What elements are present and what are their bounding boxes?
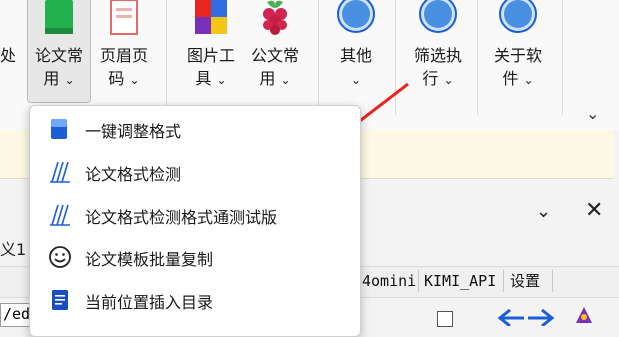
raspberry-icon (263, 0, 287, 35)
ribbon-separator (166, 0, 167, 115)
menu-item-charu-mulu[interactable]: 当前位置插入目录 (30, 280, 360, 320)
tab-divider (552, 270, 553, 292)
menu-item-label: 论文模板批量复制 (85, 250, 214, 269)
chevron-down-icon: ⌄ (443, 73, 454, 87)
ribbon-button-lunwen-changyong[interactable]: 论文常 用 ⌄ (27, 0, 91, 100)
ribbon-button-guanyu-ruanjian[interactable]: 关于软 件 ⌄ (486, 0, 550, 100)
pane-clipped-label: 义1 (0, 240, 27, 259)
green-book-icon (45, 0, 73, 34)
chevron-down-icon: ⌄ (216, 73, 227, 87)
ribbon-separator (318, 0, 319, 115)
menu-item-geshi-jiance-ceshiban[interactable]: 论文格式检测格式通测试版 (30, 195, 360, 235)
chevron-down-icon: ⌄ (523, 73, 534, 87)
tab-divider (503, 270, 504, 292)
chevron-down-icon: ⌄ (280, 73, 291, 87)
label-line1: 图片工 (186, 46, 235, 65)
ribbon-button-partial[interactable]: 处 (0, 0, 22, 100)
arrow-right-icon[interactable] (526, 306, 556, 326)
dropdown-menu-lunwen: 一键调整格式 论文格式检测 论文格式检测格式通测试版 论文模板批量复制 当前位置… (29, 105, 361, 337)
label-line1: 筛选执 (413, 46, 462, 65)
label-line2: 用 (259, 69, 276, 88)
pane-close-icon[interactable]: ✕ (585, 198, 603, 223)
chevron-down-icon: ⌄ (64, 73, 75, 87)
smiley-icon (49, 246, 71, 268)
path-value: /ed (3, 305, 31, 323)
ribbon-separator (562, 0, 563, 115)
label-line2: 行 (422, 69, 439, 88)
label-line1: 其他 (339, 46, 372, 65)
ribbon-button-yemei-yema[interactable]: 页眉页 码 ⌄ (93, 0, 155, 100)
toc-document-icon (52, 290, 68, 310)
chevron-down-icon: ⌄ (129, 73, 140, 87)
menu-item-label: 一键调整格式 (85, 122, 182, 141)
circle-icon (499, 0, 537, 33)
label-line2: 码 (108, 69, 125, 88)
label-line1: 论文常 (34, 46, 83, 65)
ribbon-button-shaixuan-zhixing[interactable]: 筛选执 行 ⌄ (407, 0, 469, 100)
paper-lines-icon (50, 161, 70, 183)
menu-item-yijian-tiaozheng[interactable]: 一键调整格式 (30, 109, 360, 149)
ribbon-collapse-icon[interactable]: ⌄ (586, 104, 599, 123)
label-line2: 件 (502, 69, 519, 88)
label-line2: 具 (195, 69, 212, 88)
tab-4omini[interactable]: 4omini (358, 268, 420, 294)
ribbon-button-qita[interactable]: 其他 ⌄ (325, 0, 387, 100)
ribbon-button-tupian-gongju[interactable]: 图片工 具 ⌄ (180, 0, 242, 100)
circle-icon (337, 0, 375, 33)
tab-kimi-api[interactable]: KIMI_API (420, 268, 500, 294)
document-blue-icon (51, 119, 67, 139)
ribbon-separator (395, 0, 396, 115)
label-line1: 关于软 (493, 46, 542, 65)
checkbox[interactable] (437, 311, 453, 327)
menu-item-label: 当前位置插入目录 (85, 293, 214, 312)
ribbon-button-gongwen-changyong[interactable]: 公文常 用 ⌄ (244, 0, 306, 100)
pane-options-chevron-icon[interactable]: ⌄ (536, 201, 551, 222)
image-tool-icon (195, 0, 227, 34)
menu-item-muban-piliang[interactable]: 论文模板批量复制 (30, 237, 360, 277)
tab-divider (418, 270, 419, 292)
menu-item-geshi-jiance[interactable]: 论文格式检测 (30, 152, 360, 192)
label-line1: 公文常 (250, 46, 299, 65)
menu-item-label: 论文格式检测 (85, 165, 182, 184)
wizard-icon[interactable] (572, 305, 596, 325)
menu-item-label: 论文格式检测格式通测试版 (85, 208, 278, 227)
circle-icon (419, 0, 457, 33)
chevron-down-icon: ⌄ (350, 73, 362, 87)
arrow-left-icon[interactable] (496, 306, 526, 326)
page-header-icon (110, 0, 138, 35)
label-line1: 页眉页 (99, 46, 148, 65)
tab-settings[interactable]: 设置 (506, 268, 544, 294)
paper-lines-icon (50, 204, 70, 226)
label-line2: 用 (43, 69, 60, 88)
ribbon-separator (477, 0, 478, 115)
partial-label: 处 (0, 46, 17, 65)
